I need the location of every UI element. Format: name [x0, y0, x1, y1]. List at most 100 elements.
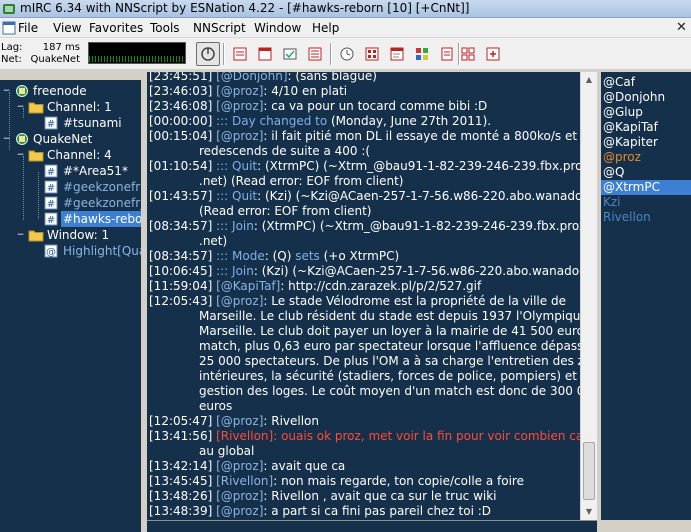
collapse-icon[interactable]: − [2, 87, 11, 96]
timer-button[interactable] [335, 42, 359, 66]
tree-item-label: Channel: 4 [47, 148, 112, 162]
help-icon [486, 47, 500, 61]
address-book-icon [258, 47, 272, 61]
event-text: ::: Day changed to [212, 114, 331, 128]
tree-item[interactable]: − Channel: 4 [0, 147, 141, 163]
chat-line-continuation: match, plus 0,63 euro par spectateur lor… [199, 339, 580, 353]
mirc-app-icon[interactable] [2, 2, 16, 16]
chat-line: [13:45:45] [Rivellon]: non mais regarde,… [149, 474, 577, 489]
address-book-button[interactable] [253, 42, 277, 66]
timestamp: [11:59:04] [149, 279, 213, 293]
channels-list-button[interactable] [303, 42, 327, 66]
connect-button[interactable] [196, 42, 220, 66]
nick-item[interactable]: Rivellon [601, 210, 691, 225]
menu-file[interactable]: File [18, 21, 38, 35]
tree-item[interactable]: − Window: 1 [0, 227, 141, 243]
nick-item[interactable]: @KapiTaf [601, 120, 691, 135]
close-window-icon[interactable]: ✕ [676, 20, 687, 35]
tree-item-label: #*Area51* [63, 164, 128, 178]
nickname: [@proz] [212, 414, 264, 428]
nick-item[interactable]: @Donjohn [601, 90, 691, 105]
scripts-editor-button[interactable] [385, 42, 409, 66]
help-button[interactable] [481, 42, 505, 66]
collapse-icon[interactable]: − [16, 231, 25, 240]
nick-item[interactable]: @proz [601, 150, 691, 165]
notify-button[interactable] [278, 42, 302, 66]
tile-windows-button[interactable] [456, 42, 480, 66]
message-text: : il fait pitié mon DL il essaye de mont… [263, 129, 578, 143]
menu-view[interactable]: View [53, 21, 81, 35]
chat-line-continuation: Marseille. Le club doit payer un loyer à… [199, 324, 580, 338]
chat-line-continuation: euros [199, 399, 233, 413]
nickname: [@proz] [212, 504, 264, 518]
tree-item[interactable]: − QuakeNet [0, 131, 141, 147]
collapse-icon[interactable]: − [16, 151, 25, 160]
event-text: Quit [232, 189, 258, 203]
options-button[interactable] [228, 42, 252, 66]
nick-item[interactable]: @Kapiter [601, 135, 691, 150]
chat-line-continuation: (Read error: EOF from client) [199, 204, 372, 218]
chat-line-continuation: .net) [199, 234, 228, 248]
menu-favorites[interactable]: Favorites [89, 21, 143, 35]
channel-icon: # [44, 196, 58, 210]
url-catcher-button[interactable] [360, 42, 384, 66]
svg-text:#: # [47, 215, 55, 226]
nick-item[interactable]: Kzi [601, 195, 691, 210]
folder-icon [28, 230, 44, 242]
tree-item[interactable]: # #*Area51* [0, 163, 141, 179]
nick-item[interactable]: @Caf [601, 75, 691, 90]
event-text: ::: [212, 219, 233, 233]
timestamp: [10:06:45] [149, 264, 213, 278]
collapse-icon[interactable]: − [16, 103, 25, 112]
chat-area[interactable]: [23:45:51] [@Donjohn]: (sans blague) [23:… [147, 72, 580, 520]
lag-label: Lag: [1, 42, 23, 53]
nick-item[interactable]: @Q [601, 165, 691, 180]
tree-item[interactable]: − freenode [0, 83, 141, 99]
svg-text:#: # [47, 119, 55, 130]
menu-help[interactable]: Help [312, 21, 339, 35]
chat-line-continuation: gestion des loges. Le coût moyen d'un ma… [199, 384, 580, 398]
message-text: : Rivellon [263, 414, 320, 428]
toolbar: Lag: 187 ms Net: QuakeNet [0, 38, 691, 70]
tree-item[interactable]: # #tsunami [0, 115, 141, 131]
scripts-editor-icon [390, 47, 404, 61]
timestamp: [23:45:51] [149, 72, 213, 83]
scroll-thumb[interactable] [583, 442, 595, 500]
lag-value: 187 ms [42, 42, 80, 53]
event-text: Quit [232, 159, 258, 173]
timestamp: [13:48:39] [149, 504, 213, 518]
nickname: [@proz] [212, 459, 264, 473]
nick-item[interactable]: @Glup [601, 105, 691, 120]
scroll-up-icon[interactable]: ▲ [581, 72, 597, 88]
chat-scrollbar[interactable]: ▲ ▼ [580, 72, 597, 520]
svg-text:#: # [47, 167, 55, 178]
nick-item[interactable]: @XtrmPC [601, 180, 691, 195]
menu-nnscript[interactable]: NNScript [193, 21, 246, 35]
message-text: [Rivellon] [212, 429, 274, 443]
nickname: [Rivellon] [212, 474, 274, 488]
chat-line: [10:06:45] ::: Join: (Kzi) (~Kzi@ACaen-2… [149, 264, 580, 279]
tree-item[interactable]: # #geekzonefr_ [0, 195, 141, 211]
message-text: : avait que ca [263, 459, 346, 473]
server-icon [16, 133, 28, 145]
channel-window-icon[interactable] [2, 21, 16, 35]
tree-item[interactable]: # #geekzonefr [0, 179, 141, 195]
menu-window[interactable]: Window [254, 21, 301, 35]
colors-button[interactable] [410, 42, 434, 66]
channel-icon: # [44, 116, 58, 130]
chat-line: [08:34:57] ::: Mode: (Q) sets (+o XtrmPC… [149, 249, 577, 264]
timestamp: [13:48:26] [149, 489, 213, 503]
tree-item[interactable]: − Channel: 1 [0, 99, 141, 115]
chat-line-continuation: 25 000 spectateurs. De plus l'OM a à sa … [199, 354, 580, 368]
scroll-down-icon[interactable]: ▼ [581, 504, 597, 520]
tree-item[interactable]: @ Highlight[Qua [0, 243, 141, 259]
timestamp: [12:05:43] [149, 294, 213, 308]
event-text: ::: [212, 159, 233, 173]
collapse-icon[interactable]: − [2, 135, 11, 144]
message-input[interactable] [147, 520, 597, 532]
tree-item-label: #geekzonefr [63, 180, 141, 194]
tree-item[interactable]: # #hawks-reborn [0, 211, 141, 227]
menu-tools[interactable]: Tools [150, 21, 180, 35]
channel-icon: # [44, 212, 58, 226]
notes-icon [441, 47, 453, 61]
